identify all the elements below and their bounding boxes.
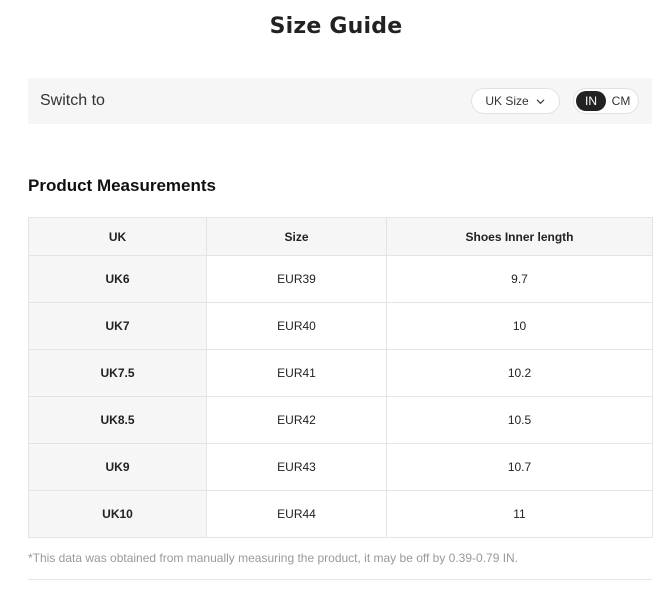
column-header-inner-length: Shoes Inner length	[386, 217, 653, 256]
table-header-row: UK Size Shoes Inner length	[28, 217, 653, 256]
measurement-note: *This data was obtained from manually me…	[28, 551, 519, 565]
column-header-size: Size	[206, 217, 387, 256]
cell-uk: UK8.5	[28, 396, 207, 444]
cell-size: EUR42	[206, 396, 387, 444]
cell-inner-length: 10	[386, 302, 653, 350]
cell-inner-length: 10.5	[386, 396, 653, 444]
chevron-down-icon	[536, 99, 544, 104]
cell-uk: UK7	[28, 302, 207, 350]
unit-option-in[interactable]: IN	[576, 91, 606, 111]
cell-uk: UK9	[28, 443, 207, 491]
switch-label: Switch to	[40, 92, 105, 109]
unit-toggle: IN CM	[573, 88, 639, 114]
cell-size: EUR44	[206, 490, 387, 538]
table-row: UK9 EUR43 10.7	[28, 443, 653, 491]
cell-inner-length: 11	[386, 490, 653, 538]
cell-uk: UK7.5	[28, 349, 207, 397]
size-system-select[interactable]: UK Size	[471, 88, 560, 114]
page-title: Size Guide	[269, 14, 403, 39]
table-row: UK10 EUR44 11	[28, 490, 653, 538]
table-row: UK7 EUR40 10	[28, 302, 653, 350]
table-row: UK7.5 EUR41 10.2	[28, 349, 653, 397]
cell-inner-length: 10.2	[386, 349, 653, 397]
unit-option-cm[interactable]: CM	[606, 91, 636, 111]
switch-bar: Switch to UK Size IN CM	[28, 78, 652, 124]
measurements-table: UK Size Shoes Inner length UK6 EUR39 9.7…	[28, 217, 653, 538]
column-header-uk: UK	[28, 217, 207, 256]
cell-uk: UK10	[28, 490, 207, 538]
cell-size: EUR43	[206, 443, 387, 491]
size-guide-page: Size Guide Switch to UK Size IN CM Produ…	[0, 0, 672, 593]
cell-inner-length: 9.7	[386, 255, 653, 303]
cell-inner-length: 10.7	[386, 443, 653, 491]
section-title: Product Measurements	[28, 176, 216, 195]
table-row: UK8.5 EUR42 10.5	[28, 396, 653, 444]
cell-size: EUR41	[206, 349, 387, 397]
divider	[28, 579, 652, 580]
size-system-value: UK Size	[485, 94, 529, 108]
table-row: UK6 EUR39 9.7	[28, 255, 653, 303]
cell-size: EUR39	[206, 255, 387, 303]
cell-size: EUR40	[206, 302, 387, 350]
cell-uk: UK6	[28, 255, 207, 303]
